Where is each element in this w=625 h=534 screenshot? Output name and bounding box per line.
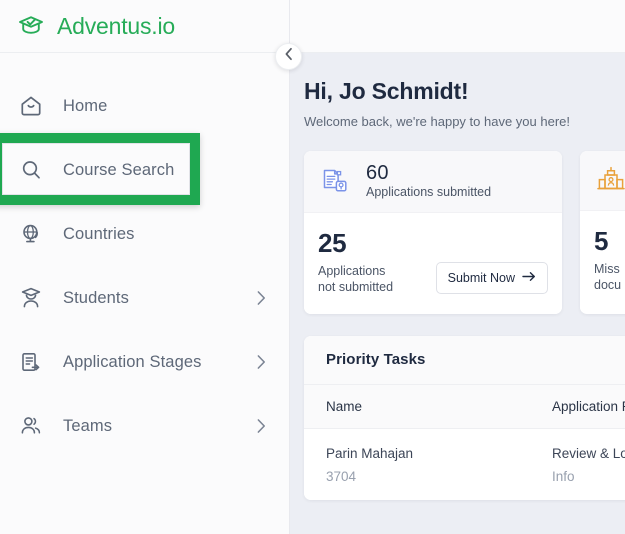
applications-submitted-section: 60 Applications submitted: [304, 151, 562, 213]
sidebar-item-course-search[interactable]: Course Search: [0, 138, 289, 202]
missing-documents-section: 5 Miss docu: [580, 211, 625, 313]
missing-documents-text: 5 Miss docu: [594, 227, 621, 294]
main-top-strip: [290, 0, 625, 53]
missing-documents-top-section: [580, 151, 625, 211]
greeting-subtitle: Welcome back, we're happy to have you he…: [304, 114, 570, 129]
missing-documents-count: 5: [594, 226, 609, 256]
page-title: Hi, Jo Schmidt!: [304, 78, 469, 104]
applications-submitted-text: 60 Applications submitted: [366, 162, 492, 200]
row-application-cell: Review & Loc Info: [552, 445, 625, 484]
chevron-left-icon: [284, 47, 294, 66]
row-name-cell: Parin Mahajan 3704: [326, 445, 552, 484]
chevron-placeholder: [255, 100, 267, 112]
student-graduate-icon: [16, 283, 46, 313]
sidebar-collapse-button[interactable]: [275, 43, 302, 70]
graduation-cap-check-icon: [16, 11, 46, 41]
submit-now-label: Submit Now: [447, 271, 515, 286]
applications-submitted-count: 60: [366, 162, 389, 184]
chevron-placeholder: [255, 164, 267, 176]
row-application-detail: Info: [552, 469, 575, 485]
missing-documents-stat-card: 5 Miss docu: [580, 151, 625, 315]
sidebar-item-countries[interactable]: Countries: [0, 202, 289, 266]
label-line-1: Applications: [318, 263, 386, 278]
priority-tasks-card: Priority Tasks Name Application P Parin …: [304, 336, 625, 501]
app-root: Adventus.io Home Course Search Countries…: [0, 0, 625, 534]
priority-tasks-column-headers: Name Application P: [304, 385, 625, 430]
brand-header[interactable]: Adventus.io: [0, 0, 289, 53]
priority-tasks-header: Priority Tasks: [304, 336, 625, 386]
label-line-1: Miss: [594, 261, 620, 276]
submit-now-button[interactable]: Submit Now: [435, 262, 548, 295]
search-icon: [16, 155, 46, 185]
chevron-right-icon[interactable]: [255, 419, 267, 433]
label-line-2: docu: [594, 278, 622, 293]
globe-icon: [16, 219, 46, 249]
sidebar-item-home[interactable]: Home: [0, 74, 289, 138]
sidebar-item-label: Course Search: [63, 160, 175, 179]
sidebar-item-label: Countries: [63, 224, 135, 243]
document-arrow-icon: [16, 347, 46, 377]
missing-documents-label: Miss docu: [594, 261, 621, 295]
stat-cards-row: 60 Applications submitted 25 Application…: [290, 129, 625, 315]
applications-not-submitted-label: Applications not submitted: [318, 263, 393, 297]
sidebar-item-label: Home: [63, 96, 108, 115]
chevron-right-icon[interactable]: [255, 291, 267, 305]
sidebar-nav: Home Course Search Countries Students Ap…: [0, 53, 289, 458]
sidebar-item-teams[interactable]: Teams: [0, 394, 289, 458]
university-building-icon: [594, 163, 625, 197]
brand-name: Adventus.io: [57, 12, 175, 39]
row-student-name: Parin Mahajan: [326, 446, 414, 462]
applications-stat-card: 60 Applications submitted 25 Application…: [304, 151, 562, 315]
label-line-2: not submitted: [318, 280, 394, 295]
sidebar-item-label: Application Stages: [63, 352, 202, 371]
documents-submitted-icon: [318, 164, 352, 198]
main-content: Hi, Jo Schmidt! Welcome back, we're happ…: [290, 0, 625, 534]
row-student-id: 3704: [326, 469, 357, 485]
applications-not-submitted-section: 25 Applications not submitted Submit Now: [304, 213, 562, 315]
home-icon: [16, 91, 46, 121]
greeting-block: Hi, Jo Schmidt! Welcome back, we're happ…: [290, 53, 625, 129]
sidebar-item-label: Teams: [63, 416, 113, 435]
priority-tasks-title: Priority Tasks: [326, 351, 426, 369]
applications-not-submitted-count: 25: [318, 228, 347, 258]
column-header-application: Application P: [552, 399, 625, 415]
chevron-placeholder: [255, 228, 267, 240]
sidebar-item-label: Students: [63, 288, 129, 307]
applications-not-submitted-text: 25 Applications not submitted: [318, 229, 393, 296]
sidebar-item-students[interactable]: Students: [0, 266, 289, 330]
people-icon: [16, 411, 46, 441]
applications-submitted-label: Applications submitted: [366, 185, 492, 199]
arrow-right-icon: [522, 271, 536, 285]
row-application-action: Review & Loc: [552, 446, 625, 462]
column-header-name: Name: [326, 399, 363, 415]
table-row[interactable]: Parin Mahajan 3704 Review & Loc Info: [304, 429, 625, 501]
sidebar: Adventus.io Home Course Search Countries…: [0, 0, 290, 534]
chevron-right-icon[interactable]: [255, 355, 267, 369]
sidebar-item-application-stages[interactable]: Application Stages: [0, 330, 289, 394]
